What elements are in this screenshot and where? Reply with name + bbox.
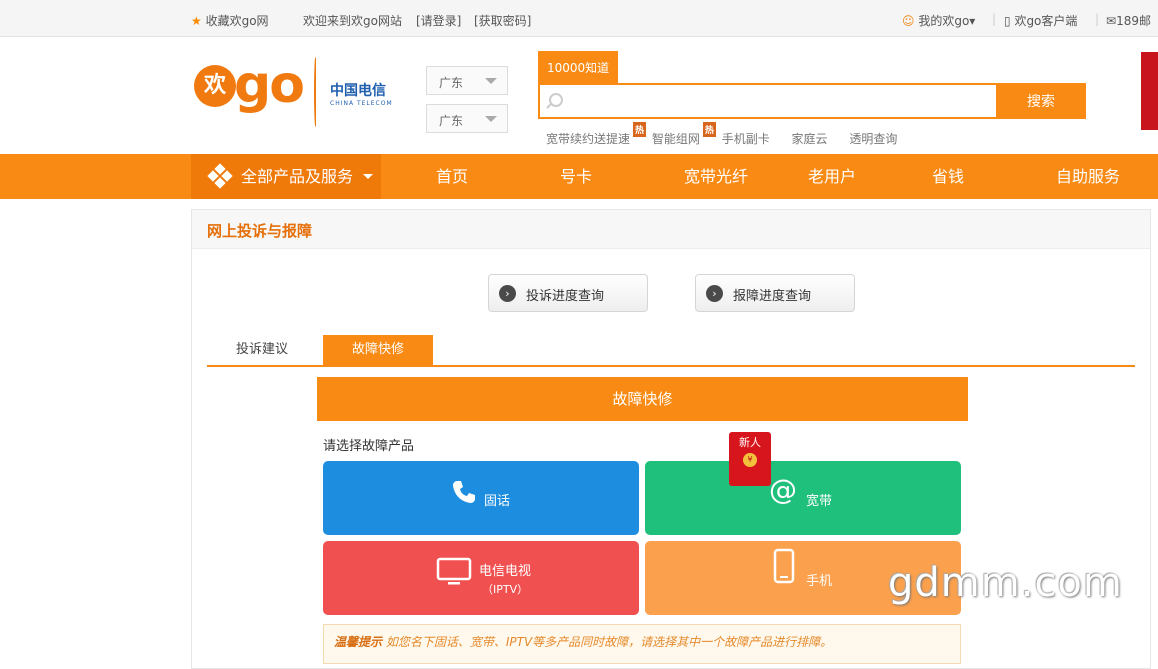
mail-link[interactable]: ✉189邮 xyxy=(1106,12,1151,29)
login-link[interactable]: [请登录] xyxy=(416,12,461,29)
logo-huan: 欢 xyxy=(194,65,236,107)
hot-word-link[interactable]: 家庭云 xyxy=(792,130,828,147)
favorite-link[interactable]: ★ 收藏欢go网 xyxy=(191,12,269,29)
logo-divider xyxy=(314,57,317,127)
tab-complaint[interactable]: 投诉建议 xyxy=(207,335,317,365)
hot-badge: 热 xyxy=(702,122,716,137)
phone-icon: ▯ xyxy=(1004,14,1011,28)
star-icon: ★ xyxy=(191,14,202,28)
hot-words: 宽带续约送提速热 智能组网热 手机副卡 家庭云 透明查询 xyxy=(546,122,915,147)
tab-bar: 投诉建议 故障快修 xyxy=(207,335,1135,367)
hot-word-link[interactable]: 透明查询 xyxy=(849,130,897,147)
promo-banner[interactable] xyxy=(1141,52,1158,130)
section-title: 故障快修 xyxy=(317,377,968,421)
divider: | xyxy=(992,12,997,26)
get-password-link[interactable]: [获取密码] xyxy=(474,12,531,29)
at-icon: @ xyxy=(769,473,797,506)
province-select[interactable]: 广东 xyxy=(426,66,508,95)
hot-word-link[interactable]: 宽带续约送提速热 xyxy=(546,122,647,147)
nav-broadband[interactable]: 宽带光纤 xyxy=(684,154,748,199)
nav-save-money[interactable]: 省钱 xyxy=(932,154,964,199)
user-icon: ☺ xyxy=(902,14,915,28)
grid-icon xyxy=(207,163,233,189)
complaint-progress-button[interactable]: › 投诉进度查询 xyxy=(488,274,648,312)
search-icon xyxy=(549,93,563,107)
chevron-right-icon: › xyxy=(499,285,516,302)
phone-icon xyxy=(453,481,475,503)
tv-icon xyxy=(436,557,472,585)
mobile-icon xyxy=(773,548,795,584)
city-select[interactable]: 广东 xyxy=(426,104,508,133)
product-iptv[interactable]: 电信电视 （IPTV） xyxy=(323,541,639,615)
client-link[interactable]: ▯ 欢go客户端 xyxy=(1004,12,1077,29)
product-landline[interactable]: 固话 xyxy=(323,461,639,535)
chevron-down-icon xyxy=(485,116,497,122)
search-button[interactable]: 搜索 xyxy=(996,83,1086,119)
hot-badge: 热 xyxy=(633,122,647,137)
search-tab[interactable]: 10000知道 xyxy=(538,51,618,83)
panel-title: 网上投诉与报障 xyxy=(192,210,1150,249)
product-broadband[interactable]: @ 宽带 xyxy=(645,461,961,535)
main-nav: 全部产品及服务 首页 号卡 宽带光纤 老用户 省钱 自助服务 xyxy=(0,154,1158,199)
chevron-down-icon xyxy=(363,174,373,179)
nav-old-users[interactable]: 老用户 xyxy=(808,154,856,199)
nav-self-service[interactable]: 自助服务 xyxy=(1056,154,1120,199)
select-prompt: 请选择故障产品 xyxy=(323,439,415,454)
new-user-red-packet[interactable]: 新人 ¥ xyxy=(729,432,771,486)
repair-progress-button[interactable]: › 报障进度查询 xyxy=(695,274,855,312)
chevron-right-icon: › xyxy=(706,285,723,302)
welcome-text: 欢迎来到欢go网站 xyxy=(303,14,402,28)
tab-fault-repair[interactable]: 故障快修 xyxy=(323,335,434,365)
all-products-menu[interactable]: 全部产品及服务 xyxy=(191,154,381,199)
top-bar: ★ 收藏欢go网 欢迎来到欢go网站 [请登录] [获取密码] ☺ 我的欢go▾… xyxy=(0,0,1158,37)
hot-word-link[interactable]: 智能组网热 xyxy=(652,122,716,147)
my-huango-menu[interactable]: ☺ 我的欢go▾ xyxy=(902,12,975,29)
chevron-down-icon xyxy=(485,78,497,84)
china-telecom-logo: 中国电信 CHINA TELECOM xyxy=(330,83,393,107)
watermark: gdmm.com xyxy=(888,560,1123,606)
warm-tip: 温馨提示 如您名下固话、宽带、IPTV等多产品同时故障，请选择其中一个故障产品进… xyxy=(323,624,961,664)
coin-icon: ¥ xyxy=(743,453,757,467)
logo-go: go xyxy=(234,55,305,115)
site-logo[interactable]: 欢 go 中国电信 CHINA TELECOM xyxy=(194,55,414,127)
nav-number-card[interactable]: 号卡 xyxy=(560,154,592,199)
divider: | xyxy=(1095,12,1100,26)
header: 欢 go 中国电信 CHINA TELECOM 广东 广东 10000知道 搜索… xyxy=(0,37,1158,154)
nav-home[interactable]: 首页 xyxy=(436,154,468,199)
mail-icon: ✉ xyxy=(1106,14,1117,28)
hot-word-link[interactable]: 手机副卡 xyxy=(722,130,770,147)
